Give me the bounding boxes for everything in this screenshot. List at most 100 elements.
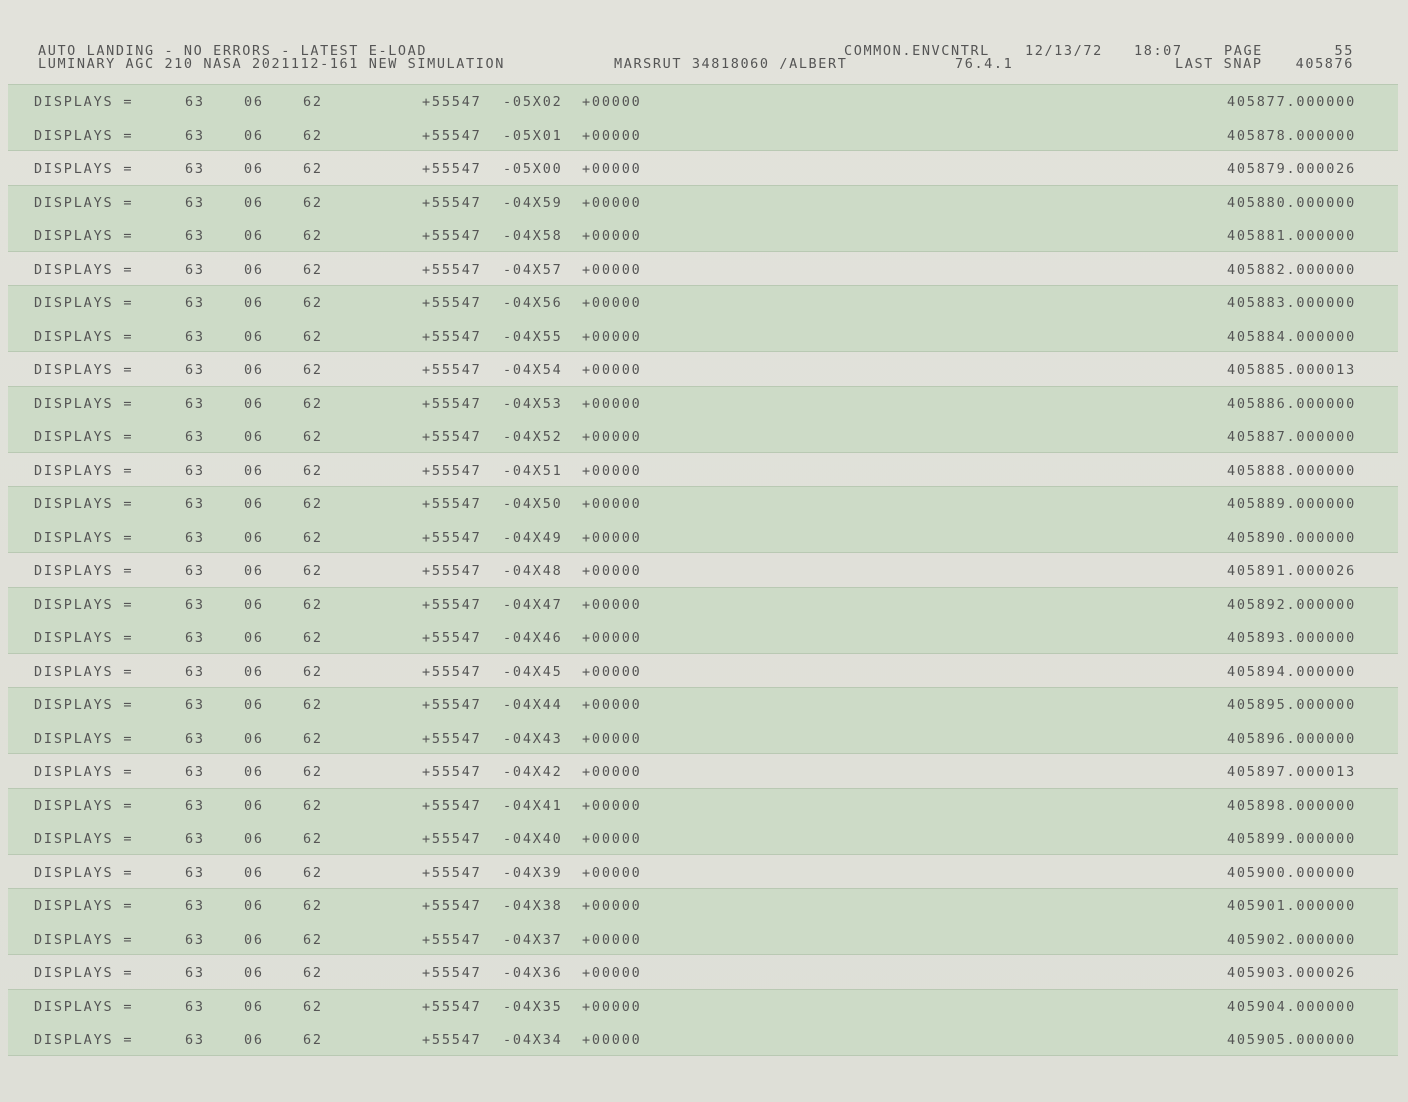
cell-c: 62 xyxy=(303,630,323,646)
cell-label: DISPLAYS = xyxy=(34,663,134,680)
cell-c: 62 xyxy=(303,998,323,1015)
table-row: DISPLAYS = 63 06 62 +55547 -04X41 +00000 405898… xyxy=(8,788,1398,822)
cell-label: DISPLAYS = xyxy=(34,630,134,646)
cell-d: +55547 xyxy=(422,194,482,211)
cell-b: 06 xyxy=(244,764,264,780)
cell-e: -04X40 xyxy=(503,831,563,847)
cell-d: +55547 xyxy=(422,998,482,1015)
cell-f: +00000 xyxy=(582,362,642,378)
cell-a: 63 xyxy=(185,496,205,512)
cell-d: +55547 xyxy=(422,328,482,345)
cell-e: -04X57 xyxy=(503,261,563,278)
cell-c: 62 xyxy=(303,764,323,780)
cell-d: +55547 xyxy=(422,395,482,412)
cell-e: -04X47 xyxy=(503,596,563,613)
cell-f: +00000 xyxy=(582,295,642,311)
cell-c: 62 xyxy=(303,429,323,445)
printout-sheet: AUTO LANDING - NO ERRORS - LATEST E-LOAD… xyxy=(0,0,1408,1102)
cell-d: +55547 xyxy=(422,429,482,445)
table-row: DISPLAYS = 63 06 62 +55547 -04X37 +00000 405902… xyxy=(8,922,1398,956)
cell-label: DISPLAYS = xyxy=(34,596,134,613)
cell-e: -04X45 xyxy=(503,663,563,680)
cell-label: DISPLAYS = xyxy=(34,998,134,1015)
cell-snap: 405897.000013 xyxy=(1226,764,1356,780)
cell-e: -04X55 xyxy=(503,328,563,345)
cell-e: -04X39 xyxy=(503,864,563,881)
cell-b: 06 xyxy=(244,931,264,948)
cell-d: +55547 xyxy=(422,797,482,814)
cell-b: 06 xyxy=(244,730,264,747)
cell-snap: 405903.000026 xyxy=(1226,965,1356,981)
cell-e: -04X34 xyxy=(503,1032,563,1048)
cell-d: +55547 xyxy=(422,864,482,881)
cell-label: DISPLAYS = xyxy=(34,161,134,177)
cell-label: DISPLAYS = xyxy=(34,362,134,378)
cell-c: 62 xyxy=(303,596,323,613)
cell-snap: 405877.000000 xyxy=(1226,94,1356,110)
cell-b: 06 xyxy=(244,261,264,278)
cell-a: 63 xyxy=(185,797,205,814)
cell-a: 63 xyxy=(185,228,205,244)
table-row: DISPLAYS = 63 06 62 +55547 -05X01 +00000 405878… xyxy=(8,118,1398,152)
cell-b: 06 xyxy=(244,496,264,512)
cell-f: +00000 xyxy=(582,261,642,278)
cell-e: -04X44 xyxy=(503,697,563,713)
cell-snap: 405900.000000 xyxy=(1226,864,1356,881)
cell-f: +00000 xyxy=(582,127,642,144)
cell-f: +00000 xyxy=(582,663,642,680)
cell-label: DISPLAYS = xyxy=(34,563,134,579)
table-row: DISPLAYS = 63 06 62 +55547 -04X45 +00000 405894… xyxy=(8,654,1398,688)
cell-f: +00000 xyxy=(582,630,642,646)
table-row: DISPLAYS = 63 06 62 +55547 -04X58 +00000 405881… xyxy=(8,218,1398,252)
cell-f: +00000 xyxy=(582,764,642,780)
cell-label: DISPLAYS = xyxy=(34,395,134,412)
cell-f: +00000 xyxy=(582,864,642,881)
cell-e: -04X58 xyxy=(503,228,563,244)
cell-label: DISPLAYS = xyxy=(34,127,134,144)
cell-snap: 405892.000000 xyxy=(1226,596,1356,613)
cell-label: DISPLAYS = xyxy=(34,864,134,881)
cell-b: 06 xyxy=(244,529,264,546)
cell-f: +00000 xyxy=(582,161,642,177)
cell-d: +55547 xyxy=(422,697,482,713)
cell-label: DISPLAYS = xyxy=(34,931,134,948)
header-last-snap-label: LAST SNAP xyxy=(1175,56,1263,72)
cell-label: DISPLAYS = xyxy=(34,831,134,847)
cell-f: +00000 xyxy=(582,328,642,345)
cell-d: +55547 xyxy=(422,529,482,546)
cell-label: DISPLAYS = xyxy=(34,764,134,780)
cell-e: -04X37 xyxy=(503,931,563,948)
cell-e: -04X48 xyxy=(503,563,563,579)
cell-b: 06 xyxy=(244,864,264,881)
table-row: DISPLAYS = 63 06 62 +55547 -04X40 +00000 405899… xyxy=(8,821,1398,855)
cell-a: 63 xyxy=(185,764,205,780)
cell-f: +00000 xyxy=(582,496,642,512)
cell-c: 62 xyxy=(303,94,323,110)
cell-snap: 405885.000013 xyxy=(1226,362,1356,378)
cell-e: -04X51 xyxy=(503,462,563,479)
cell-c: 62 xyxy=(303,362,323,378)
cell-c: 62 xyxy=(303,663,323,680)
cell-c: 62 xyxy=(303,898,323,914)
cell-d: +55547 xyxy=(422,295,482,311)
cell-b: 06 xyxy=(244,998,264,1015)
header-last-snap-value: 405876 xyxy=(1295,56,1354,72)
cell-a: 63 xyxy=(185,563,205,579)
cell-c: 62 xyxy=(303,295,323,311)
cell-f: +00000 xyxy=(582,228,642,244)
cell-f: +00000 xyxy=(582,831,642,847)
cell-snap: 405879.000026 xyxy=(1226,161,1356,177)
cell-f: +00000 xyxy=(582,596,642,613)
cell-b: 06 xyxy=(244,462,264,479)
cell-snap: 405901.000000 xyxy=(1226,898,1356,914)
cell-c: 62 xyxy=(303,462,323,479)
cell-f: +00000 xyxy=(582,462,642,479)
cell-a: 63 xyxy=(185,395,205,412)
cell-snap: 405887.000000 xyxy=(1226,429,1356,445)
cell-c: 62 xyxy=(303,127,323,144)
cell-d: +55547 xyxy=(422,630,482,646)
cell-c: 62 xyxy=(303,831,323,847)
cell-b: 06 xyxy=(244,596,264,613)
cell-b: 06 xyxy=(244,161,264,177)
table-row: DISPLAYS = 63 06 62 +55547 -04X47 +00000 405892… xyxy=(8,587,1398,621)
